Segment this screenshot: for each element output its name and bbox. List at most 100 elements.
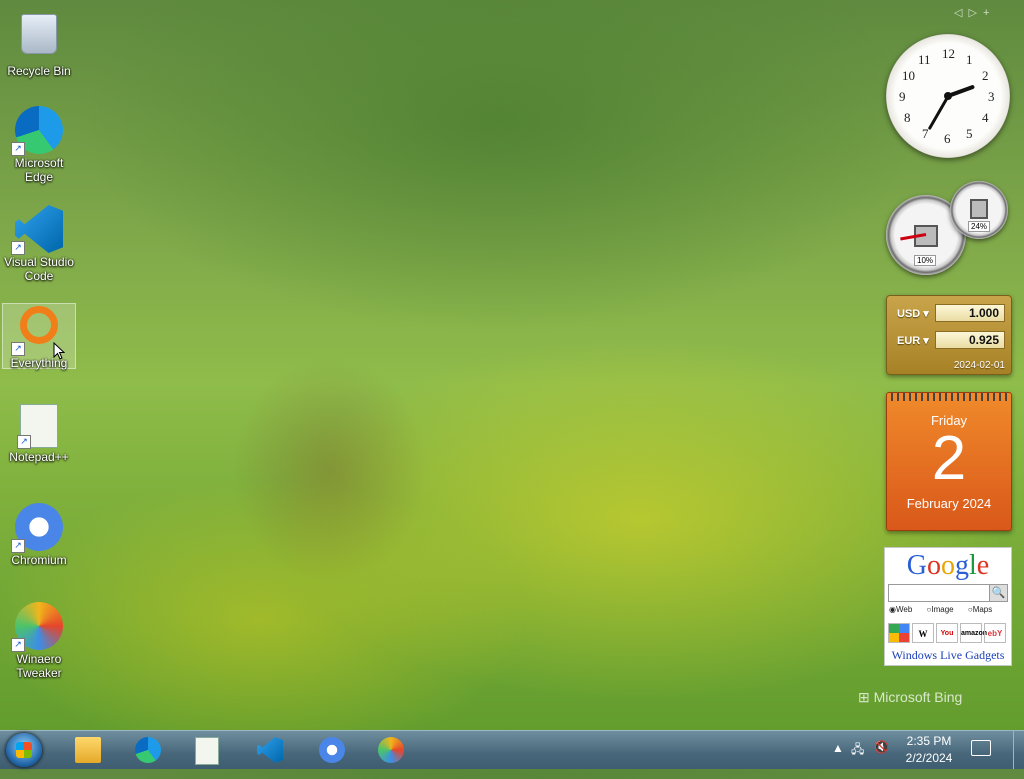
- radio-maps-label: Maps: [972, 605, 993, 614]
- volume-muted-icon[interactable]: 🔇: [874, 740, 889, 778]
- from-currency-select[interactable]: USD ▾: [897, 307, 929, 320]
- radio-maps[interactable]: ○Maps: [968, 605, 998, 614]
- search-type-radios: ◉Web ○Image ○Maps: [889, 605, 1004, 614]
- desktop-icon-winaero-tweaker[interactable]: ↗ Winaero Tweaker: [2, 602, 76, 680]
- taskbar-winaero-tweaker[interactable]: [365, 733, 417, 767]
- winaero-tweaker-icon: [378, 737, 404, 763]
- desktop-icon-recycle-bin[interactable]: Recycle Bin: [2, 8, 76, 78]
- show-hidden-icons-button[interactable]: ▲: [832, 741, 844, 779]
- google-apps-icon[interactable]: [888, 623, 910, 643]
- desktop-icon-label: Visual Studio Code: [4, 255, 74, 283]
- wikipedia-link[interactable]: W: [912, 623, 934, 643]
- edge-icon: [135, 737, 161, 763]
- clock-number: 12: [942, 46, 955, 61]
- action-center-icon[interactable]: [971, 740, 991, 756]
- next-icon[interactable]: ▷: [968, 7, 982, 19]
- radio-web-label: Web: [895, 605, 913, 614]
- clock-minute-hand: [927, 95, 950, 131]
- clock-number: 3: [988, 89, 995, 104]
- cpu-percent: 10%: [914, 255, 937, 266]
- google-search-gadget: Google 🔍 ◉Web ○Image ○Maps W You amazon …: [884, 547, 1012, 666]
- desktop-icon-notepad-plus-plus[interactable]: ↗ Notepad++: [2, 404, 76, 464]
- clock-number: 6: [944, 131, 951, 146]
- shortcut-arrow-icon: ↗: [11, 142, 25, 156]
- clock-number: 4: [982, 110, 989, 125]
- taskbar-file-explorer[interactable]: [62, 733, 114, 767]
- calendar-gadget[interactable]: Friday 2 February 2024: [886, 392, 1012, 531]
- taskbar-vscode[interactable]: [244, 733, 296, 767]
- calendar-date: 2: [931, 424, 967, 493]
- desktop-icon-chromium[interactable]: ↗ Chromium: [2, 503, 76, 567]
- taskbar-edge[interactable]: [122, 733, 174, 767]
- ram-percent: 24%: [968, 221, 991, 232]
- chromium-icon: [319, 737, 345, 763]
- clock-center: [944, 92, 952, 100]
- radio-image-label: Image: [931, 605, 954, 614]
- recycle-bin-icon: [15, 14, 63, 62]
- clock-number: 9: [899, 89, 906, 104]
- ram-meter-gauge[interactable]: 24%: [950, 181, 1008, 239]
- search-icon[interactable]: 🔍: [989, 585, 1007, 601]
- winaero-tweaker-icon: ↗: [11, 602, 63, 652]
- start-button[interactable]: [6, 733, 42, 767]
- desktop-icon-label: Chromium: [11, 553, 67, 567]
- gadget-toolbar: ◁▷+: [954, 6, 995, 19]
- to-currency-code: EUR: [897, 335, 921, 347]
- currency-gadget: USD ▾ 1.000 EUR ▾ 0.925 2024-02-01: [886, 295, 1012, 375]
- taskbar-notepad-plus-plus[interactable]: [182, 733, 234, 767]
- shortcut-arrow-icon: ↗: [11, 638, 25, 652]
- currency-date: 2024-02-01: [953, 360, 1005, 371]
- chevron-down-icon: ▾: [923, 335, 929, 347]
- desktop-icon-edge[interactable]: ↗ Microsoft Edge: [2, 106, 76, 184]
- show-desktop-button[interactable]: [1013, 731, 1024, 769]
- previous-icon[interactable]: ◁: [954, 7, 968, 19]
- taskbar-date: 2/2/2024: [905, 751, 953, 765]
- desktop: Recycle Bin ↗ Microsoft Edge ↗ Visual St…: [0, 0, 1024, 730]
- desktop-icon-vscode[interactable]: ↗ Visual Studio Code: [2, 205, 76, 283]
- taskbar-chromium[interactable]: [306, 733, 358, 767]
- clock-gadget[interactable]: 12 1 2 3 4 5 6 7 8 9 10 11: [886, 34, 1010, 158]
- network-icon[interactable]: 🖧: [851, 740, 864, 778]
- file-explorer-icon: [75, 737, 101, 763]
- taskbar-clock[interactable]: 2:35 PM 2/2/2024: [898, 733, 960, 767]
- google-search-input[interactable]: 🔍: [888, 584, 1008, 602]
- from-currency-code: USD: [897, 308, 921, 320]
- vscode-icon: [257, 737, 283, 763]
- shortcut-arrow-icon: ↗: [11, 241, 25, 255]
- desktop-icon-label: Notepad++: [9, 450, 69, 464]
- chromium-icon: ↗: [11, 503, 63, 553]
- bing-watermark-text: Microsoft Bing: [873, 689, 963, 705]
- clock-number: 1: [966, 52, 973, 67]
- desktop-icon-label: Microsoft Edge: [14, 156, 64, 184]
- radio-web[interactable]: ◉Web: [889, 605, 918, 614]
- shortcut-arrow-icon: ↗: [11, 539, 25, 553]
- radio-image[interactable]: ○Image: [927, 605, 960, 614]
- notepad-plus-plus-icon: [195, 737, 219, 765]
- notepad-plus-plus-icon: ↗: [17, 404, 58, 449]
- add-gadget-icon[interactable]: +: [983, 7, 995, 19]
- calendar-month-year: February 2024: [906, 496, 992, 511]
- to-currency-value[interactable]: 0.925: [935, 331, 1005, 349]
- microsoft-logo-icon: ⊞: [858, 689, 870, 705]
- taskbar: ▲ 🖧 🔇 2:35 PM 2/2/2024: [0, 730, 1024, 769]
- clock-number: 5: [966, 126, 973, 141]
- quick-links: W You amazon ebY: [888, 623, 1006, 643]
- memory-chip-icon: [970, 199, 988, 219]
- amazon-link[interactable]: amazon: [960, 623, 987, 643]
- vscode-icon: ↗: [11, 205, 63, 255]
- chevron-up-icon: ▲: [832, 741, 844, 755]
- clock-number: 11: [918, 52, 931, 67]
- to-currency-select[interactable]: EUR ▾: [897, 334, 929, 347]
- desktop-icon-label: Winaero Tweaker: [16, 652, 62, 680]
- ebay-link[interactable]: ebY: [984, 623, 1006, 643]
- taskbar-time: 2:35 PM: [906, 734, 952, 748]
- windows-live-gadgets-link[interactable]: Windows Live Gadgets: [885, 648, 1011, 663]
- calendar-rings: [891, 393, 1007, 401]
- shortcut-arrow-icon: ↗: [11, 342, 25, 356]
- clock-number: 2: [982, 68, 989, 83]
- shortcut-arrow-icon: ↗: [17, 435, 31, 449]
- youtube-link[interactable]: You: [936, 623, 958, 643]
- clock-number: 8: [904, 110, 911, 125]
- from-currency-value[interactable]: 1.000: [935, 304, 1005, 322]
- mouse-cursor-icon: [53, 342, 65, 360]
